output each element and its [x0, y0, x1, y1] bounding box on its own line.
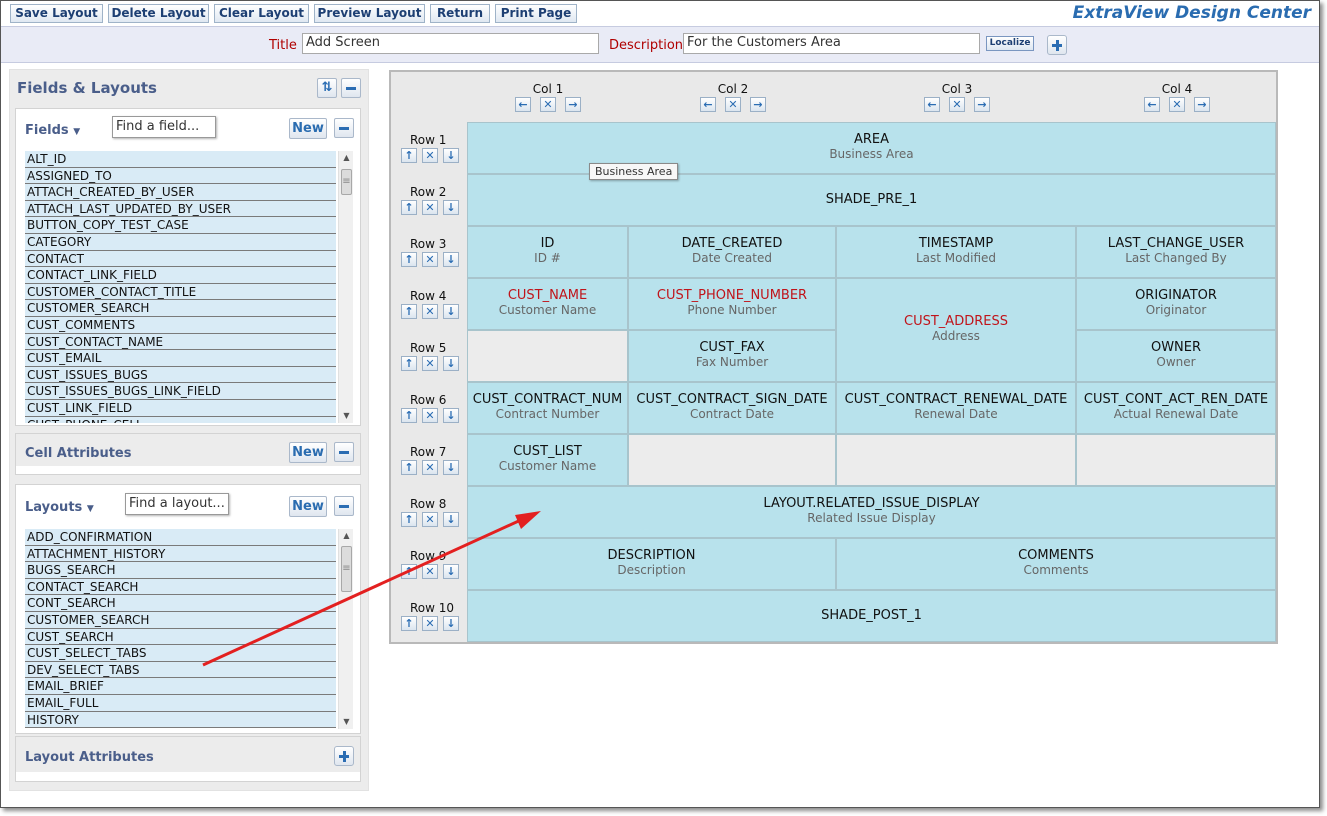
arrow-line [202, 517, 524, 667]
arrow-head [515, 511, 541, 529]
annotation-arrow [202, 511, 541, 667]
design-center-window: Save Layout Delete Layout Clear Layout P… [0, 0, 1320, 808]
